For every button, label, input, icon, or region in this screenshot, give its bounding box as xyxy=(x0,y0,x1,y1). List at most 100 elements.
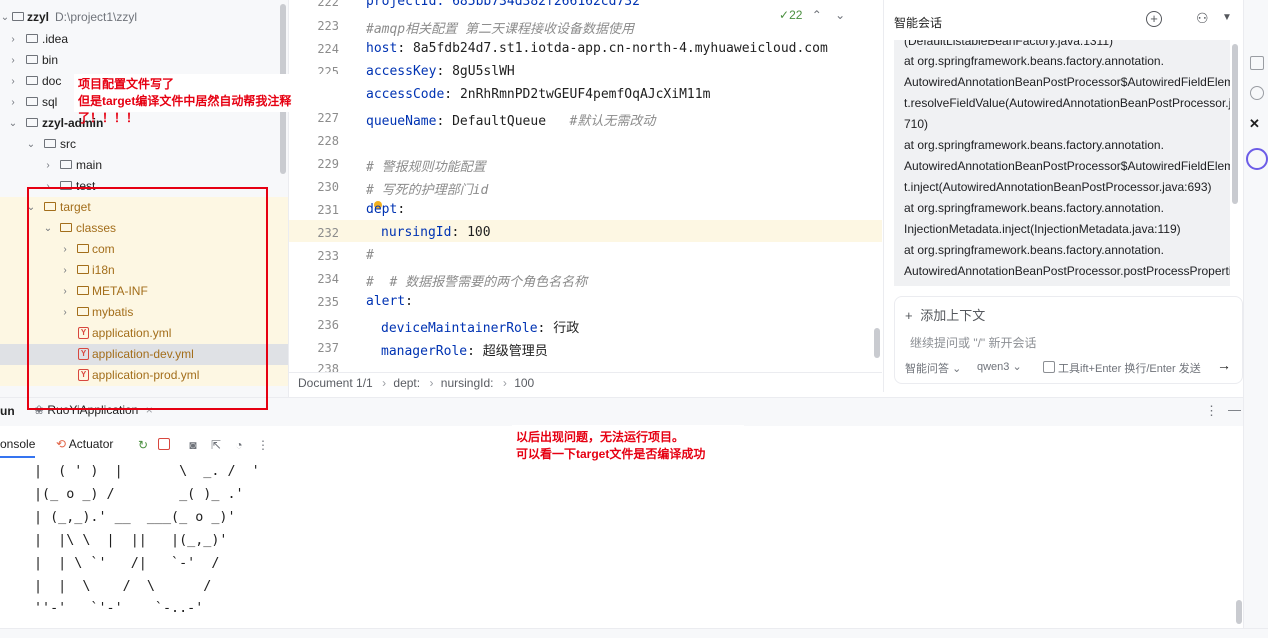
tree-item-src[interactable]: ⌄ src xyxy=(0,134,288,155)
breadcrumb-item[interactable]: 100 xyxy=(514,376,534,390)
trace-line: t.inject(AutowiredAnnotationBeanPostProc… xyxy=(904,180,1212,194)
actuator-icon: ⟲ xyxy=(56,437,67,451)
tree-root-label: zzyl D:\project1\zzyl xyxy=(27,7,137,28)
code-line: # # 数据报警需要的两个角色名名称 xyxy=(366,275,588,290)
code-line: # xyxy=(366,248,374,263)
tree-item-label: .idea xyxy=(42,32,69,46)
chevron-down-icon[interactable]: ⌄ xyxy=(8,113,18,134)
add-context-button[interactable]: + 添加上下文 xyxy=(905,305,985,324)
yaml-key: nursingId xyxy=(381,225,452,240)
console-line: | | \ / \ / xyxy=(34,579,212,594)
tree-item-main[interactable]: › main xyxy=(0,155,288,176)
yaml-value: DefaultQueue xyxy=(452,114,547,129)
more-vertical-icon[interactable]: ⋮ xyxy=(256,438,270,452)
line-number: 238 xyxy=(317,362,339,372)
line-number: 223 xyxy=(317,19,339,33)
tab-console[interactable]: onsole xyxy=(0,437,36,458)
plus-icon: + xyxy=(905,308,913,323)
code-line: queueName: DefaultQueue #默认无需改动 xyxy=(366,114,656,129)
tree-item-bin[interactable]: › bin xyxy=(0,50,288,71)
trace-line: t.resolveFieldValue(AutowiredAnnotationB… xyxy=(904,96,1230,110)
line-number: 236 xyxy=(317,318,339,332)
send-arrow-icon[interactable]: → xyxy=(1217,357,1231,373)
code-line: host: 8a5fdb24d7.st1.iotda-app.cn-north-… xyxy=(366,41,828,56)
code-line: alert: xyxy=(366,294,413,309)
trace-line: at org.springframework.beans.factory.ann… xyxy=(904,243,1164,257)
chevron-down-icon[interactable]: ⌄ xyxy=(0,7,10,28)
editor-scrollbar[interactable] xyxy=(874,328,880,358)
breadcrumb-item[interactable]: Document 1/1 xyxy=(298,376,373,390)
annotation-text: 但是target编译文件中居然自动帮我注释了！！！！ xyxy=(78,94,292,125)
yaml-value: 8gU5slWH xyxy=(452,64,515,79)
tree-item-idea[interactable]: › .idea xyxy=(0,29,288,50)
dropdown-arrow-icon[interactable]: ▼ xyxy=(1222,12,1232,23)
yaml-key: accessKey xyxy=(366,64,437,79)
database-icon[interactable] xyxy=(1250,86,1264,100)
chevron-right-icon[interactable]: › xyxy=(8,71,18,92)
console-line: | (_,_).' __ ___(_ o _)' xyxy=(34,510,236,525)
right-tool-strip: ✕ xyxy=(1243,0,1268,637)
annotation-text: 可以看一下target文件是否编译成功 xyxy=(516,447,706,461)
tree-item-label: bin xyxy=(42,53,59,67)
trace-line: AutowiredAnnotationBeanPostProcessor.pos… xyxy=(904,264,1230,278)
notifications-icon[interactable] xyxy=(1250,56,1264,70)
chevron-right-icon: › xyxy=(429,376,434,390)
stop-icon[interactable] xyxy=(158,438,170,450)
minimize-icon[interactable]: — xyxy=(1228,402,1241,417)
more-options-icon[interactable]: ⋮ xyxy=(1205,403,1218,419)
tree-root[interactable]: ⌄ zzyl D:\project1\zzyl xyxy=(0,7,288,28)
line-number: 231 xyxy=(317,203,339,217)
yaml-key: accessCode xyxy=(366,87,445,102)
module-folder-icon xyxy=(26,118,38,127)
chat-input-box[interactable]: + 添加上下文 继续提问或 "/" 新开会话 智能问答 ⌄ qwen3 ⌄ 工具… xyxy=(894,296,1243,384)
chevron-down-icon[interactable]: ⌄ xyxy=(835,8,845,22)
folder-icon xyxy=(26,55,38,64)
folder-icon xyxy=(44,139,56,148)
yaml-comment: #默认无需改动 xyxy=(569,114,656,129)
restore-layout-icon[interactable]: ⇱ xyxy=(209,438,223,452)
tree-item-label: doc xyxy=(42,74,62,88)
ai-plugin-icon[interactable]: ✕ xyxy=(1249,116,1260,132)
camera-icon[interactable]: ◙ xyxy=(186,438,200,452)
console-line: ''-' `'-' `-..-' xyxy=(34,601,204,616)
console-output[interactable]: | ( ' ) | \ _. / ' |(_ o _) / _( )_ .' |… xyxy=(0,458,1243,628)
chevron-up-icon[interactable]: ⌃ xyxy=(812,8,822,22)
tab-actuator[interactable]: ⟲ Actuator xyxy=(56,437,113,451)
console-scrollbar[interactable] xyxy=(1236,600,1242,624)
code-editor[interactable]: 222 projectId: 685bb734d382f266162cd732 … xyxy=(289,0,882,372)
trace-line: at org.springframework.beans.factory.ann… xyxy=(904,201,1164,215)
chevron-right-icon[interactable]: › xyxy=(8,50,18,71)
root-path: D:\project1\zzyl xyxy=(55,10,138,24)
mode-label: 智能问答 xyxy=(905,363,949,375)
console-line: | ( ' ) | \ _. / ' xyxy=(34,464,260,479)
new-chat-icon[interactable]: + xyxy=(1146,11,1162,27)
annotation-note-config: 项目配置文件写了 但是target编译文件中居然自动帮我注释了！！！！ xyxy=(74,74,346,125)
model-select[interactable]: qwen3 ⌄ xyxy=(977,360,1022,373)
breadcrumb-item[interactable]: nursingId: xyxy=(441,376,494,390)
chevron-right-icon[interactable]: › xyxy=(8,92,18,113)
assistant-plugin-icon[interactable] xyxy=(1246,148,1268,170)
chat-input-placeholder[interactable]: 继续提问或 "/" 新开会话 xyxy=(910,334,1037,351)
breadcrumb-item[interactable]: dept: xyxy=(393,376,420,390)
trace-line: 710) xyxy=(904,117,929,131)
line-number: 233 xyxy=(317,249,339,263)
code-line: managerRole: 超级管理员 xyxy=(381,344,548,359)
folder-icon xyxy=(60,160,72,169)
add-context-label: 添加上下文 xyxy=(920,308,986,323)
tools-checkbox[interactable] xyxy=(1043,361,1055,373)
assistant-scrollbar[interactable] xyxy=(1232,44,1238,204)
user-icon[interactable]: ⚇ xyxy=(1196,10,1209,27)
yaml-key: alert xyxy=(366,294,406,309)
code-line: # 警报规则功能配置 xyxy=(366,160,486,175)
code-line: #amqp相关配置 第二天课程接收设备数据使用 xyxy=(366,22,634,37)
mode-select[interactable]: 智能问答 ⌄ xyxy=(905,360,961,376)
chevron-right-icon[interactable]: › xyxy=(8,29,18,50)
chevron-down-icon[interactable]: ⌄ xyxy=(26,134,36,155)
rerun-icon[interactable]: ↻ xyxy=(136,438,150,452)
gauge-icon[interactable]: ◔ xyxy=(232,438,246,452)
line-number: 224 xyxy=(317,42,339,56)
breadcrumb: Document 1/1 › dept: › nursingId: › 100 xyxy=(289,372,882,393)
inspection-widget[interactable]: ✓22 ⌃ ⌄ xyxy=(779,8,845,22)
chevron-right-icon[interactable]: › xyxy=(43,155,53,176)
trace-line: (DefaultListableBeanFactory.java:1311) xyxy=(904,40,1114,48)
